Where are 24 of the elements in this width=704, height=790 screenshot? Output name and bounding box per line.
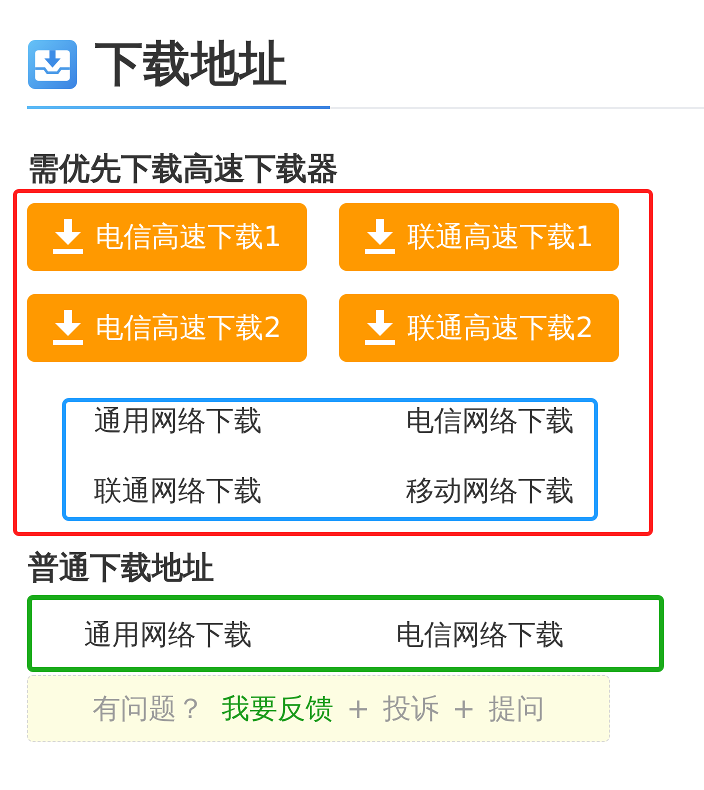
download-button[interactable]: 联通高速下载2 (339, 294, 619, 362)
download-button[interactable]: 联通高速下载1 (339, 203, 619, 271)
plus-sign: + (452, 690, 476, 726)
section-heading: 需优先下载高速下载器 (27, 151, 339, 187)
page-title: 下载地址 (95, 39, 287, 89)
feedback-link[interactable]: 我要反馈 (222, 690, 334, 726)
download-link[interactable]: 电信网络下载 (406, 402, 574, 440)
download-link[interactable]: 电信网络下载 (396, 616, 564, 654)
option-link[interactable]: 投诉 (383, 690, 439, 726)
download-link[interactable]: 通用网络下载 (84, 616, 252, 654)
download-icon (364, 310, 395, 346)
download-icon (52, 310, 83, 346)
download-link[interactable]: 通用网络下载 (94, 402, 262, 440)
plus-sign: + (346, 690, 370, 726)
download-link[interactable]: 联通网络下载 (94, 472, 262, 510)
download-icon (364, 219, 395, 255)
prompt-text: 有问题？ (92, 690, 205, 726)
section-heading: 普通下载地址 (27, 550, 215, 586)
download-icon (52, 219, 83, 255)
option-link[interactable]: 提问 (488, 690, 544, 726)
download-button[interactable]: 电信高速下载2 (27, 294, 307, 362)
download-tray-icon (28, 40, 77, 88)
download-link[interactable]: 移动网络下载 (406, 472, 574, 510)
download-button[interactable]: 电信高速下载1 (27, 203, 307, 271)
